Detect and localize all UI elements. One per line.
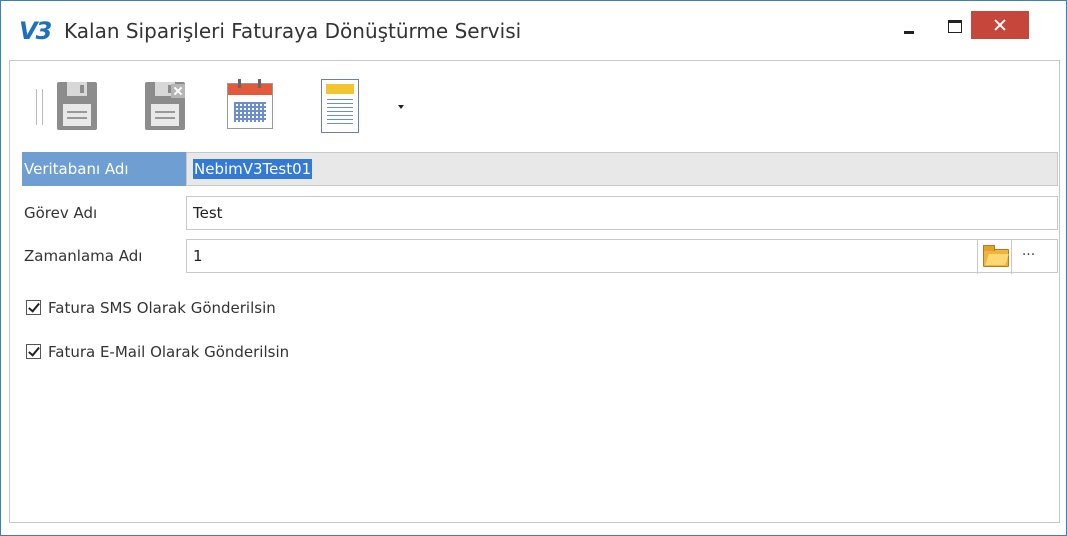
close-button[interactable] [971,11,1029,39]
maximize-button[interactable] [939,11,971,41]
document-button[interactable] [314,77,364,135]
database-row: Veritabanı Adı NebimV3Test01 [22,152,1058,186]
database-value: NebimV3Test01 [193,159,313,179]
ellipsis-button[interactable]: ··· [1011,240,1045,274]
task-value: Test [193,204,223,222]
sms-checkbox-label: Fatura SMS Olarak Gönderilsin [48,299,276,317]
schedule-value: 1 [193,247,203,265]
calendar-icon [227,79,273,129]
document-icon [321,79,359,133]
discard-button[interactable] [140,77,190,135]
browse-folder-button[interactable] [977,240,1011,274]
email-checkbox[interactable] [26,344,41,359]
schedule-field[interactable]: 1 ··· [186,239,1058,274]
task-label: Görev Adı [24,204,98,222]
discard-disk-icon [145,82,185,130]
database-field[interactable]: NebimV3Test01 [186,152,1058,186]
form-panel: Veritabanı Adı NebimV3Test01 Görev Adı T… [9,60,1060,523]
toolbar [10,61,1059,149]
app-logo: V3 [19,17,52,45]
title-bar[interactable]: V3 Kalan Siparişleri Faturaya Dönüştürme… [1,1,1066,59]
calendar-button[interactable] [224,77,274,135]
toolbar-grip[interactable] [36,89,43,125]
minimize-button[interactable] [893,11,925,41]
save-button[interactable] [52,77,102,135]
schedule-row: Zamanlama Adı 1 ··· [22,239,1058,274]
task-name-field[interactable]: Test [186,196,1058,230]
chevron-down-icon[interactable] [398,105,404,109]
window-title: Kalan Siparişleri Faturaya Dönüştürme Se… [64,19,522,43]
sms-checkbox[interactable] [26,300,41,315]
schedule-label: Zamanlama Adı [24,247,143,265]
task-row: Görev Adı Test [22,196,1058,230]
email-checkbox-label: Fatura E-Mail Olarak Gönderilsin [48,343,290,361]
folder-icon [983,245,1009,267]
app-window: V3 Kalan Siparişleri Faturaya Dönüştürme… [0,0,1067,536]
database-label: Veritabanı Adı [22,152,186,186]
save-disk-icon [57,82,97,130]
